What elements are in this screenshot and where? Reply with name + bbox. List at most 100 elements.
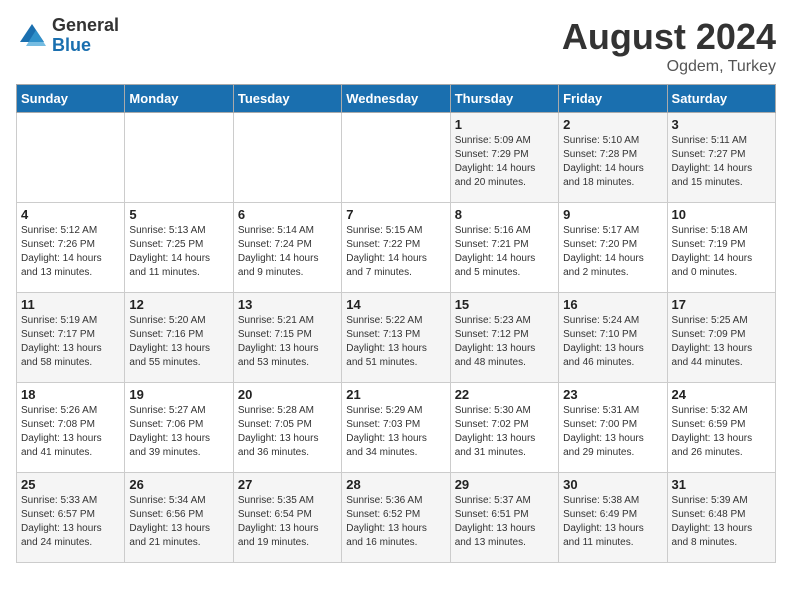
day-header-friday: Friday bbox=[559, 85, 667, 113]
calendar-cell: 18 Sunrise: 5:26 AM Sunset: 7:08 PM Dayli… bbox=[17, 383, 125, 473]
day-number: 11 bbox=[21, 297, 120, 312]
day-info: Sunrise: 5:18 AM Sunset: 7:19 PM Dayligh… bbox=[672, 224, 771, 280]
calendar-cell: 3 Sunrise: 5:11 AM Sunset: 7:27 PM Daylig… bbox=[667, 113, 775, 203]
calendar-cell: 28 Sunrise: 5:36 AM Sunset: 6:52 PM Dayli… bbox=[342, 473, 450, 563]
day-number: 24 bbox=[672, 387, 771, 402]
logo: General Blue bbox=[16, 16, 119, 56]
day-number: 16 bbox=[563, 297, 662, 312]
week-row-4: 18 Sunrise: 5:26 AM Sunset: 7:08 PM Dayli… bbox=[17, 383, 776, 473]
calendar-cell: 21Sunrise: 5:29 AM Sunset: 7:03 PM Dayli… bbox=[342, 383, 450, 473]
day-number: 17 bbox=[672, 297, 771, 312]
day-number: 5 bbox=[129, 207, 228, 222]
day-header-saturday: Saturday bbox=[667, 85, 775, 113]
day-number: 8 bbox=[455, 207, 554, 222]
day-number: 2 bbox=[563, 117, 662, 132]
calendar-cell: 1Sunrise: 5:09 AM Sunset: 7:29 PM Daylig… bbox=[450, 113, 558, 203]
day-number: 19 bbox=[129, 387, 228, 402]
calendar-cell: 10 Sunrise: 5:18 AM Sunset: 7:19 PM Dayli… bbox=[667, 203, 775, 293]
calendar-cell: 27 Sunrise: 5:35 AM Sunset: 6:54 PM Dayli… bbox=[233, 473, 341, 563]
day-info: Sunrise: 5:16 AM Sunset: 7:21 PM Dayligh… bbox=[455, 224, 554, 280]
day-header-thursday: Thursday bbox=[450, 85, 558, 113]
calendar-cell bbox=[125, 113, 233, 203]
day-info: Sunrise: 5:30 AM Sunset: 7:02 PM Dayligh… bbox=[455, 404, 554, 460]
calendar-cell: 31Sunrise: 5:39 AM Sunset: 6:48 PM Dayli… bbox=[667, 473, 775, 563]
day-info: Sunrise: 5:35 AM Sunset: 6:54 PM Dayligh… bbox=[238, 494, 337, 550]
day-header-tuesday: Tuesday bbox=[233, 85, 341, 113]
day-info: Sunrise: 5:31 AM Sunset: 7:00 PM Dayligh… bbox=[563, 404, 662, 460]
day-info: Sunrise: 5:27 AM Sunset: 7:06 PM Dayligh… bbox=[129, 404, 228, 460]
day-number: 4 bbox=[21, 207, 120, 222]
calendar-cell: 26 Sunrise: 5:34 AM Sunset: 6:56 PM Dayli… bbox=[125, 473, 233, 563]
day-number: 25 bbox=[21, 477, 120, 492]
day-info: Sunrise: 5:32 AM Sunset: 6:59 PM Dayligh… bbox=[672, 404, 771, 460]
calendar-table: SundayMondayTuesdayWednesdayThursdayFrid… bbox=[16, 84, 776, 563]
day-number: 28 bbox=[346, 477, 445, 492]
day-info: Sunrise: 5:34 AM Sunset: 6:56 PM Dayligh… bbox=[129, 494, 228, 550]
day-info: Sunrise: 5:24 AM Sunset: 7:10 PM Dayligh… bbox=[563, 314, 662, 370]
day-number: 7 bbox=[346, 207, 445, 222]
calendar-cell: 12Sunrise: 5:20 AM Sunset: 7:16 PM Dayli… bbox=[125, 293, 233, 383]
calendar-cell: 29Sunrise: 5:37 AM Sunset: 6:51 PM Dayli… bbox=[450, 473, 558, 563]
day-info: Sunrise: 5:17 AM Sunset: 7:20 PM Dayligh… bbox=[563, 224, 662, 280]
month-year: August 2024 bbox=[562, 16, 776, 58]
week-row-2: 4 Sunrise: 5:12 AM Sunset: 7:26 PM Daylig… bbox=[17, 203, 776, 293]
calendar-cell: 6Sunrise: 5:14 AM Sunset: 7:24 PM Daylig… bbox=[233, 203, 341, 293]
day-info: Sunrise: 5:36 AM Sunset: 6:52 PM Dayligh… bbox=[346, 494, 445, 550]
day-number: 1 bbox=[455, 117, 554, 132]
day-info: Sunrise: 5:37 AM Sunset: 6:51 PM Dayligh… bbox=[455, 494, 554, 550]
calendar-cell: 15 Sunrise: 5:23 AM Sunset: 7:12 PM Dayli… bbox=[450, 293, 558, 383]
day-info: Sunrise: 5:12 AM Sunset: 7:26 PM Dayligh… bbox=[21, 224, 120, 280]
day-number: 13 bbox=[238, 297, 337, 312]
calendar-cell: 11Sunrise: 5:19 AM Sunset: 7:17 PM Dayli… bbox=[17, 293, 125, 383]
day-info: Sunrise: 5:39 AM Sunset: 6:48 PM Dayligh… bbox=[672, 494, 771, 550]
day-info: Sunrise: 5:38 AM Sunset: 6:49 PM Dayligh… bbox=[563, 494, 662, 550]
logo-icon bbox=[16, 20, 48, 52]
calendar-cell: 5Sunrise: 5:13 AM Sunset: 7:25 PM Daylig… bbox=[125, 203, 233, 293]
day-info: Sunrise: 5:21 AM Sunset: 7:15 PM Dayligh… bbox=[238, 314, 337, 370]
calendar-cell: 20 Sunrise: 5:28 AM Sunset: 7:05 PM Dayli… bbox=[233, 383, 341, 473]
day-info: Sunrise: 5:10 AM Sunset: 7:28 PM Dayligh… bbox=[563, 134, 662, 190]
day-number: 20 bbox=[238, 387, 337, 402]
day-info: Sunrise: 5:15 AM Sunset: 7:22 PM Dayligh… bbox=[346, 224, 445, 280]
calendar-cell: 17 Sunrise: 5:25 AM Sunset: 7:09 PM Dayli… bbox=[667, 293, 775, 383]
calendar-cell: 25 Sunrise: 5:33 AM Sunset: 6:57 PM Dayli… bbox=[17, 473, 125, 563]
calendar-cell: 23 Sunrise: 5:31 AM Sunset: 7:00 PM Dayli… bbox=[559, 383, 667, 473]
calendar-cell: 24 Sunrise: 5:32 AM Sunset: 6:59 PM Dayli… bbox=[667, 383, 775, 473]
calendar-cell: 13 Sunrise: 5:21 AM Sunset: 7:15 PM Dayli… bbox=[233, 293, 341, 383]
week-row-3: 11Sunrise: 5:19 AM Sunset: 7:17 PM Dayli… bbox=[17, 293, 776, 383]
day-info: Sunrise: 5:25 AM Sunset: 7:09 PM Dayligh… bbox=[672, 314, 771, 370]
day-number: 27 bbox=[238, 477, 337, 492]
calendar-cell: 7 Sunrise: 5:15 AM Sunset: 7:22 PM Daylig… bbox=[342, 203, 450, 293]
location: Ogdem, Turkey bbox=[562, 58, 776, 76]
day-info: Sunrise: 5:26 AM Sunset: 7:08 PM Dayligh… bbox=[21, 404, 120, 460]
day-number: 3 bbox=[672, 117, 771, 132]
week-row-5: 25 Sunrise: 5:33 AM Sunset: 6:57 PM Dayli… bbox=[17, 473, 776, 563]
day-number: 15 bbox=[455, 297, 554, 312]
calendar-cell: 22Sunrise: 5:30 AM Sunset: 7:02 PM Dayli… bbox=[450, 383, 558, 473]
day-info: Sunrise: 5:22 AM Sunset: 7:13 PM Dayligh… bbox=[346, 314, 445, 370]
day-number: 12 bbox=[129, 297, 228, 312]
calendar-cell: 2 Sunrise: 5:10 AM Sunset: 7:28 PM Daylig… bbox=[559, 113, 667, 203]
day-info: Sunrise: 5:14 AM Sunset: 7:24 PM Dayligh… bbox=[238, 224, 337, 280]
header-row: SundayMondayTuesdayWednesdayThursdayFrid… bbox=[17, 85, 776, 113]
calendar-cell: 19 Sunrise: 5:27 AM Sunset: 7:06 PM Dayli… bbox=[125, 383, 233, 473]
week-row-1: 1Sunrise: 5:09 AM Sunset: 7:29 PM Daylig… bbox=[17, 113, 776, 203]
day-number: 30 bbox=[563, 477, 662, 492]
day-number: 10 bbox=[672, 207, 771, 222]
day-info: Sunrise: 5:11 AM Sunset: 7:27 PM Dayligh… bbox=[672, 134, 771, 190]
day-info: Sunrise: 5:23 AM Sunset: 7:12 PM Dayligh… bbox=[455, 314, 554, 370]
logo-general: General bbox=[52, 16, 119, 36]
day-header-monday: Monday bbox=[125, 85, 233, 113]
calendar-cell: 30 Sunrise: 5:38 AM Sunset: 6:49 PM Dayli… bbox=[559, 473, 667, 563]
calendar-cell bbox=[342, 113, 450, 203]
calendar-cell: 16 Sunrise: 5:24 AM Sunset: 7:10 PM Dayli… bbox=[559, 293, 667, 383]
logo-text: General Blue bbox=[52, 16, 119, 56]
day-header-sunday: Sunday bbox=[17, 85, 125, 113]
title-area: August 2024 Ogdem, Turkey bbox=[562, 16, 776, 76]
day-number: 9 bbox=[563, 207, 662, 222]
day-number: 18 bbox=[21, 387, 120, 402]
day-info: Sunrise: 5:28 AM Sunset: 7:05 PM Dayligh… bbox=[238, 404, 337, 460]
day-info: Sunrise: 5:33 AM Sunset: 6:57 PM Dayligh… bbox=[21, 494, 120, 550]
day-number: 26 bbox=[129, 477, 228, 492]
day-number: 23 bbox=[563, 387, 662, 402]
